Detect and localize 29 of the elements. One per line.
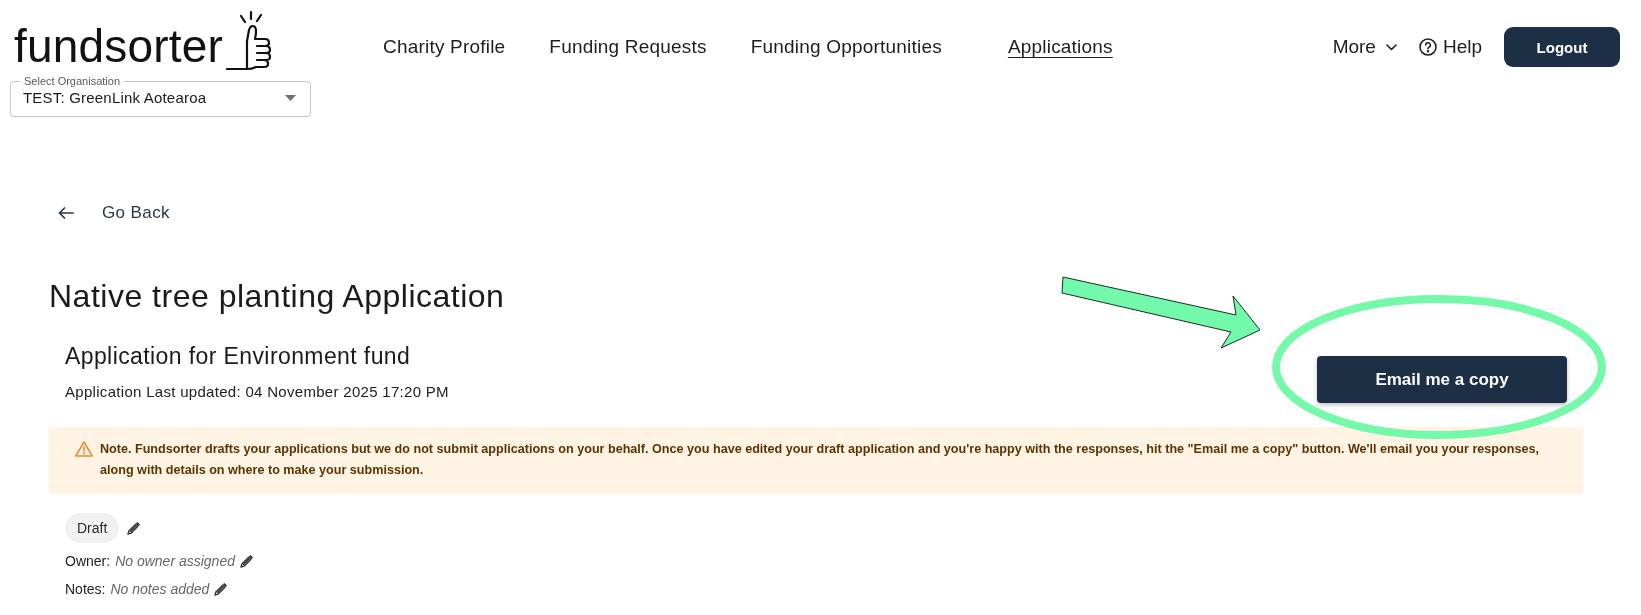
help-icon: [1418, 38, 1437, 56]
help-link[interactable]: Help: [1418, 36, 1482, 58]
field-label: Owner:: [65, 552, 111, 571]
pencil-icon[interactable]: [127, 521, 141, 535]
email-copy-button[interactable]: Email me a copy: [1317, 356, 1567, 403]
pencil-icon[interactable]: [214, 582, 228, 596]
thumbs-up-icon: [226, 10, 273, 72]
application-subtitle: Application for Environment fund: [65, 342, 412, 371]
last-updated-text: Application Last updated: 04 November 2025 17:20 PM: [65, 382, 449, 402]
field-value: No owner assigned: [115, 552, 235, 571]
field-value: No notes added: [110, 580, 210, 599]
dropdown-caret-icon: [285, 95, 296, 101]
pencil-icon[interactable]: [240, 554, 253, 568]
status-chip: Draft: [65, 513, 120, 543]
organisation-select[interactable]: Select Organisation TEST: GreenLink Aotearoa: [10, 75, 311, 117]
left-arrow-icon: [58, 207, 74, 219]
nav-link[interactable]: Funding Opportunities: [750, 36, 942, 58]
nav-link[interactable]: Applications: [1007, 36, 1113, 58]
note-text: Note. Fundsorter drafts your applications but we do not submit applications on your behalf. Once you have edited your draft application and you're happy with the responses, hit the "Email me a copy" button. We'll email you your responses, along with details on where to make your submission.: [100, 441, 1540, 479]
logo-wordmark[interactable]: fundsorter: [14, 23, 224, 72]
logout-button[interactable]: Logout: [1504, 27, 1620, 67]
more-menu-button[interactable]: More: [1332, 36, 1397, 58]
nav-link[interactable]: Funding Requests: [549, 36, 707, 58]
chevron-down-icon: [1385, 43, 1397, 51]
warning-icon: [75, 441, 93, 457]
field-label: Notes:: [65, 580, 106, 599]
back-link[interactable]: Go Back: [58, 203, 170, 223]
nav-link[interactable]: Charity Profile: [383, 36, 506, 58]
page-title: Native tree planting Application: [49, 277, 505, 316]
